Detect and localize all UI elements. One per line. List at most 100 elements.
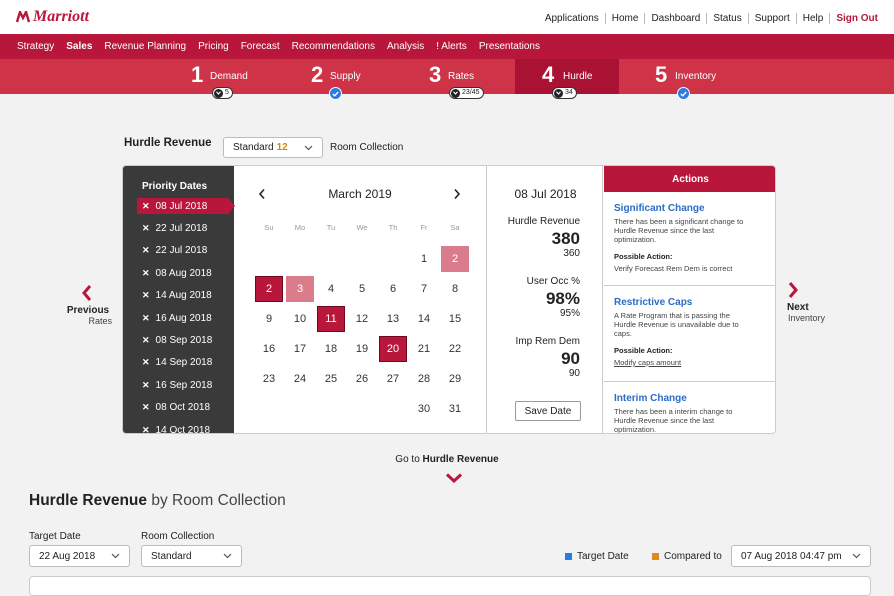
calendar-day[interactable]: 24 <box>286 366 314 392</box>
calendar-day[interactable]: 5 <box>348 276 376 302</box>
compared-date-select[interactable]: 07 Aug 2018 04:47 pm <box>731 545 871 567</box>
save-date-button[interactable]: Save Date <box>515 401 581 421</box>
calendar-day[interactable]: 19 <box>348 336 376 362</box>
calendar-day[interactable]: 25 <box>317 366 345 392</box>
priority-date-item[interactable]: ✕ 22 Jul 2018 <box>137 243 228 259</box>
step-demand[interactable]: 1 Demand 5 <box>160 59 270 99</box>
calendar-day[interactable]: 27 <box>379 366 407 392</box>
action-card-interim-change[interactable]: Interim Change There has been a interim … <box>604 382 775 434</box>
nav-item-sales[interactable]: Sales <box>66 41 92 52</box>
remove-icon[interactable]: ✕ <box>142 425 150 434</box>
remove-icon[interactable]: ✕ <box>142 290 150 301</box>
nav-item-revenue-planning[interactable]: Revenue Planning <box>104 41 186 52</box>
chevron-right-icon[interactable] <box>453 188 461 200</box>
actions-title: Actions <box>604 166 775 192</box>
calendar-day[interactable]: 15 <box>441 306 469 332</box>
legend-swatch <box>565 553 572 560</box>
action-description: There has been a interim change to Hurdl… <box>614 407 733 434</box>
calendar-day[interactable]: 6 <box>379 276 407 302</box>
top-link-support[interactable]: Support <box>747 13 796 24</box>
calendar-day[interactable]: 9 <box>255 306 283 332</box>
step-hurdle[interactable]: 4 Hurdle 34 <box>515 59 619 99</box>
nav-item-recommendations[interactable]: Recommendations <box>292 41 375 52</box>
remove-icon[interactable]: ✕ <box>142 245 150 256</box>
step-rates[interactable]: 3 Rates 23/45 <box>390 59 515 99</box>
calendar-day[interactable]: 29 <box>441 366 469 392</box>
calendar-day[interactable]: 12 <box>348 306 376 332</box>
calendar-day[interactable]: 8 <box>441 276 469 302</box>
nav-item-analysis[interactable]: Analysis <box>387 41 424 52</box>
calendar-day[interactable]: 2 <box>441 246 469 272</box>
goto-hurdle-revenue[interactable]: Go to Hurdle Revenue <box>0 454 894 465</box>
sign-out-link[interactable]: Sign Out <box>829 13 878 24</box>
action-card-restrictive-caps[interactable]: Restrictive Caps A Rate Program that is … <box>604 286 775 382</box>
calendar-day[interactable]: 13 <box>379 306 407 332</box>
calendar-day[interactable]: 4 <box>317 276 345 302</box>
action-title[interactable]: Significant Change <box>614 203 769 214</box>
nav-item-strategy[interactable]: Strategy <box>17 41 54 52</box>
nav-item-forecast[interactable]: Forecast <box>241 41 280 52</box>
top-link-home[interactable]: Home <box>604 13 645 24</box>
calendar-day[interactable]: 1 <box>410 246 438 272</box>
top-link-dashboard[interactable]: Dashboard <box>644 13 706 24</box>
remove-icon[interactable]: ✕ <box>142 335 150 346</box>
priority-date-item[interactable]: ✕ 14 Aug 2018 <box>137 288 228 304</box>
priority-date-item[interactable]: ✕ 08 Oct 2018 <box>137 400 228 416</box>
target-date-select[interactable]: 22 Aug 2018 <box>29 545 130 567</box>
remove-icon[interactable]: ✕ <box>142 313 150 324</box>
legend-label: Compared to <box>664 551 722 562</box>
remove-icon[interactable]: ✕ <box>142 201 150 212</box>
priority-date-item[interactable]: ✕ 16 Sep 2018 <box>137 377 228 393</box>
room-collection-select[interactable]: Standard 12 <box>223 137 323 158</box>
priority-date-item[interactable]: ✕ 14 Sep 2018 <box>137 355 228 371</box>
priority-date-item[interactable]: ✕ 08 Sep 2018 <box>137 332 228 348</box>
previous-nav[interactable]: Previous Rates <box>62 284 114 326</box>
remove-icon[interactable]: ✕ <box>142 380 150 391</box>
calendar-day[interactable]: 11 <box>317 306 345 332</box>
calendar-day[interactable]: 17 <box>286 336 314 362</box>
step-inventory[interactable]: 5 Inventory <box>619 59 749 100</box>
action-title[interactable]: Interim Change <box>614 393 769 404</box>
marriott-logo[interactable]: Marriott <box>16 8 89 26</box>
action-title[interactable]: Restrictive Caps <box>614 297 769 308</box>
priority-date-item[interactable]: ✕ 08 Jul 2018 <box>137 198 235 214</box>
calendar-day[interactable]: 23 <box>255 366 283 392</box>
nav-item-presentations[interactable]: Presentations <box>479 41 540 52</box>
priority-date-item[interactable]: ✕ 14 Oct 2018 <box>137 422 228 434</box>
step-supply[interactable]: 2 Supply <box>270 59 390 100</box>
remove-icon[interactable]: ✕ <box>142 268 150 279</box>
modify-caps-link[interactable]: Modify caps amount <box>614 358 769 367</box>
chevron-down-icon[interactable] <box>445 473 463 483</box>
top-link-applications[interactable]: Applications <box>539 13 605 24</box>
calendar-day[interactable]: 7 <box>410 276 438 302</box>
top-link-help[interactable]: Help <box>795 13 830 24</box>
calendar-day[interactable]: 10 <box>286 306 314 332</box>
calendar-day[interactable]: 3 <box>286 276 314 302</box>
next-nav[interactable]: Next Inventory <box>784 281 834 323</box>
goto-prefix: Go to <box>395 454 423 465</box>
calendar-day[interactable]: 20 <box>379 336 407 362</box>
step-badge: 34 <box>552 87 577 99</box>
priority-dates-title: Priority Dates <box>142 181 208 192</box>
priority-date-item[interactable]: ✕ 08 Aug 2018 <box>137 265 228 281</box>
calendar-day[interactable]: 16 <box>255 336 283 362</box>
top-link-status[interactable]: Status <box>706 13 747 24</box>
remove-icon[interactable]: ✕ <box>142 402 150 413</box>
priority-date-item[interactable]: ✕ 22 Jul 2018 <box>137 220 228 236</box>
calendar-day[interactable]: 18 <box>317 336 345 362</box>
action-card-significant-change[interactable]: Significant Change There has been a sign… <box>604 192 775 286</box>
calendar-day[interactable]: 28 <box>410 366 438 392</box>
calendar-day[interactable]: 2 <box>255 276 283 302</box>
calendar-day[interactable]: 31 <box>441 396 469 422</box>
remove-icon[interactable]: ✕ <box>142 357 150 368</box>
room-collection-filter-select[interactable]: Standard <box>141 545 242 567</box>
nav-item-pricing[interactable]: Pricing <box>198 41 229 52</box>
nav-item-alerts[interactable]: ! Alerts <box>436 41 467 52</box>
priority-date-item[interactable]: ✕ 16 Aug 2018 <box>137 310 228 326</box>
calendar-day[interactable]: 14 <box>410 306 438 332</box>
calendar-day[interactable]: 21 <box>410 336 438 362</box>
calendar-day[interactable]: 26 <box>348 366 376 392</box>
calendar-day[interactable]: 22 <box>441 336 469 362</box>
remove-icon[interactable]: ✕ <box>142 223 150 234</box>
calendar-day[interactable]: 30 <box>410 396 438 422</box>
